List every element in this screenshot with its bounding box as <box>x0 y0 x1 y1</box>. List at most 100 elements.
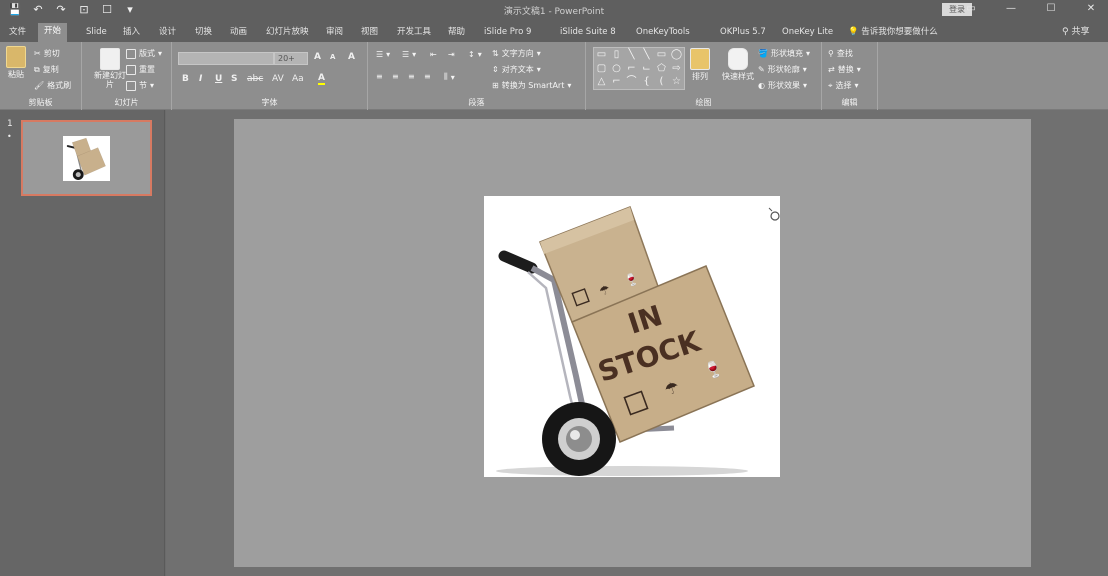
shadow-button[interactable]: S <box>231 74 237 84</box>
cut-label: 剪切 <box>43 49 60 58</box>
change-case-button[interactable]: Aa <box>292 74 304 84</box>
tab-help[interactable]: 帮助 <box>448 24 465 42</box>
hand-truck-thumbnail-icon <box>66 137 106 181</box>
tab-okplus[interactable]: OKPlus 5.7 <box>720 24 766 42</box>
spacing-button[interactable]: AV <box>272 74 284 84</box>
replace-button[interactable]: ⇄ 替换 ▾ <box>828 64 861 75</box>
tab-file[interactable]: 文件 <box>9 24 26 42</box>
tab-review[interactable]: 审阅 <box>326 24 343 42</box>
line-spacing-button[interactable]: ↕ ▾ <box>468 50 482 59</box>
line2-shape-icon[interactable]: ╲ <box>639 48 654 62</box>
tab-home[interactable]: 开始 <box>38 23 68 42</box>
textbox-shape-icon[interactable]: ▭ <box>594 48 609 62</box>
rect2-shape-icon[interactable]: ▢ <box>594 62 609 76</box>
tab-slideshow[interactable]: 幻灯片放映 <box>266 24 309 42</box>
minimize-icon[interactable]: — <box>1002 2 1020 16</box>
replace-label: 替换 <box>837 65 854 74</box>
slide-thumbnail[interactable] <box>21 120 152 196</box>
align-text-button[interactable]: ⇕ 对齐文本 ▾ <box>492 64 541 75</box>
bracket-shape-icon[interactable]: ⌐ <box>609 75 624 89</box>
select-button[interactable]: ⌖ 选择 ▾ <box>828 80 859 91</box>
new-slide-button[interactable]: 新建幻灯片 <box>92 48 128 89</box>
vertical-textbox-shape-icon[interactable]: ▯ <box>609 48 624 62</box>
copy-button[interactable]: ⧉ 复制 <box>34 64 59 75</box>
shapes-gallery[interactable]: ▭ ▯ ╲ ╲ ▭ ◯ ▢ ○ ⌐ ⌙ ⬠ ⇨ △ ⌐ ⌒ { ( ☆ <box>593 47 685 90</box>
paren-shape-icon[interactable]: ( <box>654 75 669 89</box>
line-shape-icon[interactable]: ╲ <box>624 48 639 62</box>
arrange-button[interactable]: 排列 <box>690 48 710 82</box>
shape-outline-button[interactable]: ✎ 形状轮廓 ▾ <box>758 64 807 75</box>
smartart-button[interactable]: ⊞ 转换为 SmartArt ▾ <box>492 80 571 91</box>
tab-slide[interactable]: Slide <box>86 24 107 42</box>
tab-islide-pro[interactable]: iSlide Pro 9 <box>484 24 531 42</box>
align-right-button[interactable]: ≡ <box>408 72 415 81</box>
quick-styles-button[interactable]: 快速样式 <box>722 48 754 82</box>
increase-font-button[interactable]: A <box>314 52 321 62</box>
curve-shape-icon[interactable]: ⌒ <box>624 75 639 89</box>
indent-decrease-button[interactable]: ⇤ <box>430 50 437 59</box>
oval-shape-icon[interactable]: ◯ <box>669 48 684 62</box>
maximize-icon[interactable]: ☐ <box>1042 2 1060 16</box>
decrease-font-button[interactable]: A <box>330 53 335 61</box>
font-color-button[interactable]: A <box>318 74 325 85</box>
align-center-button[interactable]: ≡ <box>392 72 399 81</box>
connector-shape-icon[interactable]: ⌐ <box>624 62 639 76</box>
cut-button[interactable]: ✂ 剪切 <box>34 48 60 59</box>
share-button[interactable]: ⚲ 共享 <box>1062 24 1089 37</box>
rect-shape-icon[interactable]: ▭ <box>654 48 669 62</box>
clear-format-button[interactable]: A <box>348 52 355 62</box>
italic-button[interactable]: I <box>199 74 202 84</box>
reset-button[interactable]: 重置 <box>126 64 155 75</box>
tab-insert[interactable]: 插入 <box>123 24 140 42</box>
slide-canvas[interactable]: ☂ 🍷 IN STOCK ☂ 🍷 <box>234 119 1031 567</box>
find-button[interactable]: ⚲ 查找 <box>828 48 853 59</box>
layout-button[interactable]: 版式 ▾ <box>126 48 162 59</box>
bold-button[interactable]: B <box>182 74 189 84</box>
arrange-icon <box>690 48 710 70</box>
layout-icon <box>126 48 136 59</box>
paste-button[interactable]: 粘贴 <box>6 46 26 80</box>
font-size-input[interactable]: 20+ <box>274 52 308 65</box>
connector2-shape-icon[interactable]: ⌙ <box>639 62 654 76</box>
brace-shape-icon[interactable]: { <box>639 75 654 89</box>
section-button[interactable]: 节 ▾ <box>126 80 154 91</box>
slides-group: 新建幻灯片 版式 ▾ 重置 节 ▾ 幻灯片 <box>82 42 172 110</box>
brush-icon: 🖌 <box>34 81 45 90</box>
triangle-shape-icon[interactable]: △ <box>594 75 609 89</box>
columns-button[interactable]: ⫼ ▾ <box>444 72 455 82</box>
tab-developer[interactable]: 开发工具 <box>397 24 431 42</box>
tab-transitions[interactable]: 切换 <box>195 24 212 42</box>
bullets-button[interactable]: ☰ ▾ <box>376 50 390 59</box>
arrow-shape-icon[interactable]: ⇨ <box>669 62 684 76</box>
font-group: 20+ A A A B I U S abc AV Aa A 字体 <box>172 42 368 110</box>
share-label: 共享 <box>1071 27 1090 37</box>
numbering-button[interactable]: ☰ ▾ <box>402 50 416 59</box>
tab-design[interactable]: 设计 <box>159 24 176 42</box>
format-painter-button[interactable]: 🖌 格式刷 <box>34 80 71 91</box>
in-stock-picture[interactable]: ☂ 🍷 IN STOCK ☂ 🍷 <box>484 196 780 477</box>
select-label: 选择 <box>835 81 852 90</box>
ribbon-display-icon[interactable]: ▭ <box>962 2 980 16</box>
align-left-button[interactable]: ≡ <box>376 72 383 81</box>
justify-button[interactable]: ≡ <box>424 72 431 81</box>
font-name-input[interactable] <box>178 52 274 65</box>
editing-group-label: 编辑 <box>841 98 858 107</box>
paste-label: 粘贴 <box>8 70 24 79</box>
text-direction-button[interactable]: ⇅ 文字方向 ▾ <box>492 48 541 59</box>
shape-effects-button[interactable]: ◐ 形状效果 ▾ <box>758 80 807 91</box>
shape-fill-button[interactable]: 🪣 形状填充 ▾ <box>758 48 810 59</box>
tab-onekey-lite[interactable]: OneKey Lite <box>782 24 833 42</box>
star-shape-icon[interactable]: ☆ <box>669 75 684 89</box>
tab-view[interactable]: 视图 <box>361 24 378 42</box>
strikethrough-button[interactable]: abc <box>247 74 263 84</box>
tab-animations[interactable]: 动画 <box>230 24 247 42</box>
underline-button[interactable]: U <box>215 74 222 84</box>
shape-fill-label: 形状填充 <box>770 49 803 58</box>
circle-shape-icon[interactable]: ○ <box>609 62 624 76</box>
indent-increase-button[interactable]: ⇥ <box>448 50 455 59</box>
close-icon[interactable]: ✕ <box>1082 2 1100 16</box>
tell-me-search[interactable]: 💡 告诉我你想要做什么 <box>848 24 938 42</box>
pentagon-shape-icon[interactable]: ⬠ <box>654 62 669 76</box>
tab-onekeytools[interactable]: OneKeyTools <box>636 24 690 42</box>
tab-islide-suite[interactable]: iSlide Suite 8 <box>560 24 616 42</box>
